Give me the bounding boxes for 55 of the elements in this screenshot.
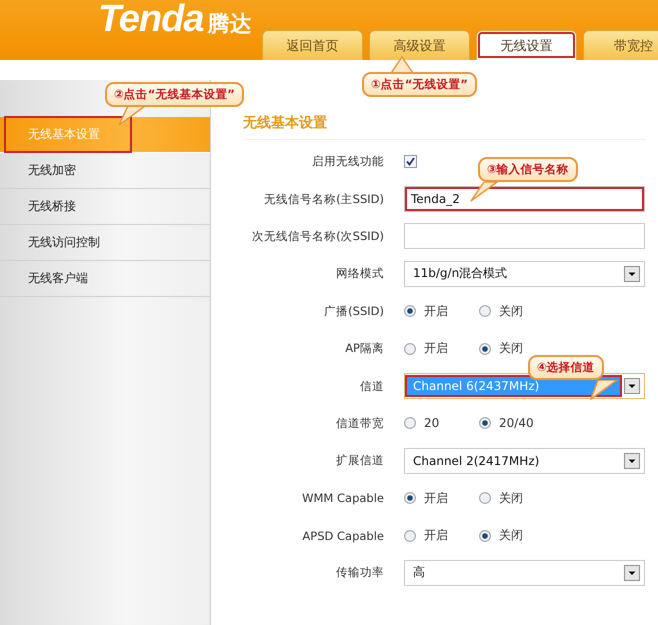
section-title: 无线基本设置 xyxy=(243,107,646,140)
callout: ④选择信道 xyxy=(528,355,604,380)
radio-label: 20/40 xyxy=(499,416,534,430)
radio-label: 关闭 xyxy=(499,490,523,507)
callout: ①点击“无线设置” xyxy=(362,72,477,97)
field-label: 传输功率 xyxy=(335,565,384,580)
sidebar-item[interactable]: 无线桥接 xyxy=(0,189,210,225)
radio-button[interactable] xyxy=(404,305,416,318)
nav-tab[interactable]: 高级设置 xyxy=(369,30,470,60)
field-label: 信道带宽 xyxy=(335,416,384,431)
checkbox[interactable] xyxy=(404,155,417,168)
radio-button[interactable] xyxy=(479,305,491,318)
radio-button[interactable] xyxy=(404,342,416,355)
radio-label: 开启 xyxy=(424,302,448,320)
dropdown[interactable]: Channel 2(2417MHz) xyxy=(404,448,645,474)
brand-logo: Tenda xyxy=(98,0,204,41)
field-label: 无线信号名称(主SSID) xyxy=(263,192,384,207)
sidebar-item[interactable]: 无线客户端 xyxy=(0,261,210,297)
radio-button[interactable] xyxy=(404,417,416,430)
brand-name: 腾达 xyxy=(208,11,252,39)
dropdown[interactable]: 11b/g/n混合模式 xyxy=(404,260,645,287)
text-field[interactable] xyxy=(404,223,645,250)
radio-button[interactable] xyxy=(479,492,491,504)
callout: ②点击“无线基本设置” xyxy=(105,82,244,107)
radio-label: 关闭 xyxy=(499,527,523,544)
radio-label: 关闭 xyxy=(499,340,523,358)
field-label: 次无线信号名称(次SSID) xyxy=(251,228,384,244)
field-label: 信道 xyxy=(359,378,384,394)
radio-label: 开启 xyxy=(424,527,448,544)
field-label: 广播(SSID) xyxy=(323,304,384,319)
field-label: AP隔离 xyxy=(344,341,384,356)
radio-label: 开启 xyxy=(424,340,448,358)
sidebar-item[interactable]: 无线加密 xyxy=(0,153,210,189)
field-label: 启用无线功能 xyxy=(311,154,384,170)
nav-tab[interactable]: 无线设置 xyxy=(476,30,577,60)
field-label: WMM Capable xyxy=(301,491,384,506)
nav-tab[interactable]: 返回首页 xyxy=(262,30,363,60)
radio-button[interactable] xyxy=(404,530,416,542)
radio-label: 关闭 xyxy=(499,302,523,320)
radio-button[interactable] xyxy=(479,530,491,542)
sidebar-item[interactable]: 无线访问控制 xyxy=(0,225,210,261)
radio-button[interactable] xyxy=(479,342,491,355)
nav-tab[interactable]: 带宽控 xyxy=(583,30,658,60)
text-field[interactable]: Tenda_2 xyxy=(404,186,645,212)
radio-label: 开启 xyxy=(424,490,448,507)
radio-button[interactable] xyxy=(404,492,416,504)
callout: ③输入信号名称 xyxy=(478,157,578,182)
field-label: 网络模式 xyxy=(335,266,384,282)
callout-pointer xyxy=(470,182,498,202)
radio-button[interactable] xyxy=(479,417,491,430)
callout-pointer xyxy=(590,380,618,400)
radio-label: 20 xyxy=(424,416,440,430)
field-label: 扩展信道 xyxy=(335,453,384,468)
dropdown[interactable]: 高 xyxy=(404,560,645,586)
field-label: APSD Capable xyxy=(301,528,384,543)
